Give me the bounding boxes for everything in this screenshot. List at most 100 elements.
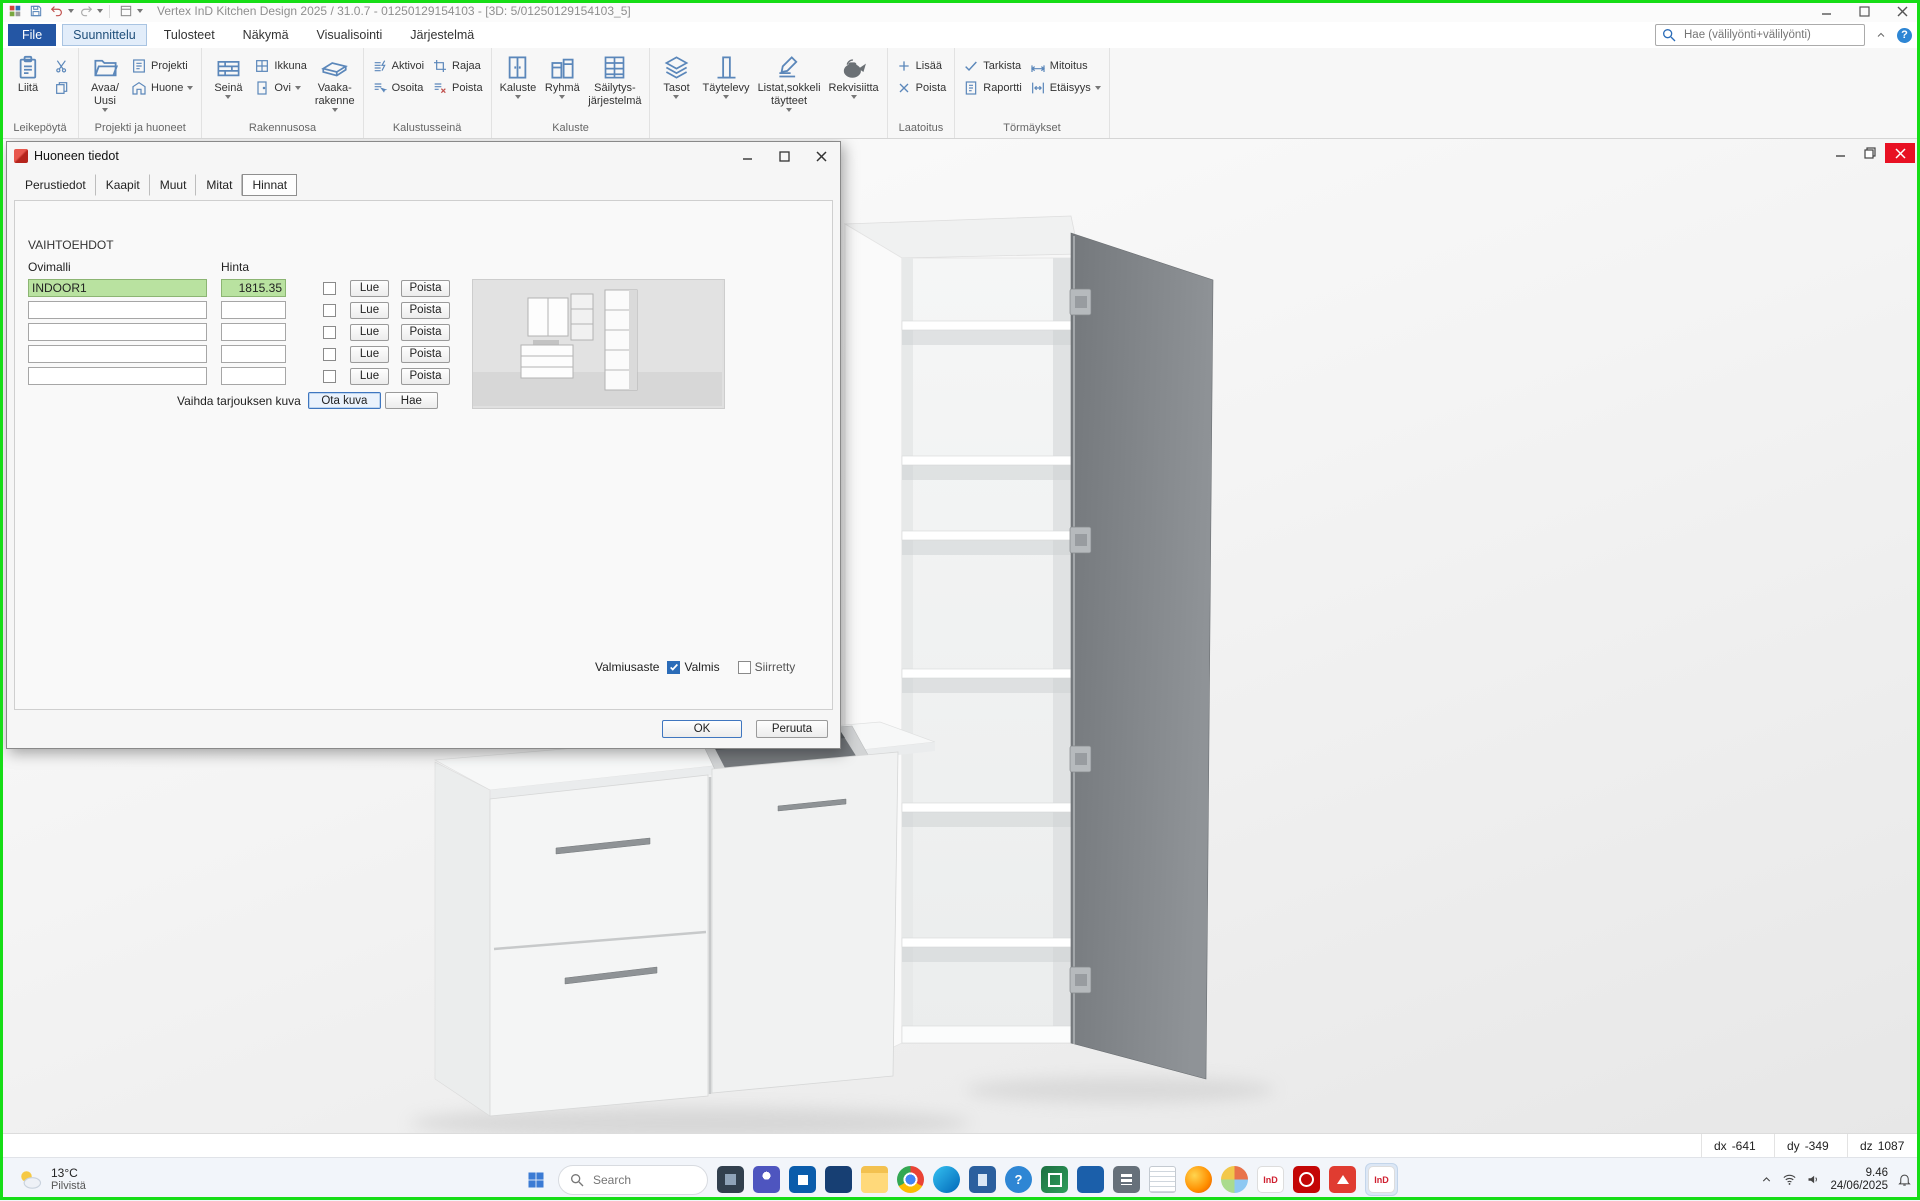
lue-button[interactable]: Lue [350, 346, 389, 363]
siirretty-checkbox[interactable] [738, 661, 751, 674]
price-field[interactable] [221, 345, 286, 363]
lue-button[interactable]: Lue [350, 280, 389, 297]
ribbon-search-input[interactable] [1682, 28, 1859, 42]
task-view-icon[interactable] [717, 1166, 744, 1193]
wifi-icon[interactable] [1782, 1172, 1797, 1187]
vaakarakenne-button[interactable]: Vaaka- rakenne [312, 50, 358, 121]
valmis-checkbox[interactable] [667, 661, 680, 674]
undo-caret-icon[interactable] [68, 9, 74, 13]
excel-icon[interactable] [1041, 1166, 1068, 1193]
ok-button[interactable]: OK [662, 720, 742, 738]
door-model-field[interactable] [28, 345, 207, 363]
apps-grid-icon[interactable] [1113, 1166, 1140, 1193]
option-checkbox[interactable] [323, 370, 336, 383]
door-model-field[interactable] [28, 367, 207, 385]
aktivoi-button[interactable]: Aktivoi [369, 57, 427, 75]
edge-icon[interactable] [933, 1166, 960, 1193]
customize-caret-icon[interactable] [137, 9, 143, 13]
ikkuna-button[interactable]: Ikkuna [251, 57, 309, 75]
help-icon[interactable]: ? [1897, 28, 1912, 43]
calculator-icon[interactable] [969, 1166, 996, 1193]
tab-visualisointi[interactable]: Visualisointi [306, 24, 394, 46]
taskbar-clock[interactable]: 9.46 24/06/2025 [1830, 1167, 1888, 1193]
notification-bell-icon[interactable] [1897, 1172, 1912, 1187]
price-field[interactable] [221, 279, 286, 297]
tab-jarjestelma[interactable]: Järjestelmä [399, 24, 485, 46]
etaisyys-button[interactable]: Etäisyys [1027, 79, 1104, 97]
dialog-minimize-button[interactable] [729, 143, 766, 169]
lue-button[interactable]: Lue [350, 368, 389, 385]
poista-row-button[interactable]: Poista [401, 368, 450, 385]
lisaa-laatoitus-button[interactable]: Lisää [893, 57, 945, 75]
open-new-button[interactable]: Avaa/ Uusi [84, 50, 126, 121]
poista-row-button[interactable]: Poista [401, 346, 450, 363]
projekti-button[interactable]: Projekti [128, 57, 191, 75]
customize-toolbar-icon[interactable] [116, 2, 135, 21]
paste-button[interactable]: Liitä [7, 50, 49, 121]
door-model-field[interactable] [28, 279, 207, 297]
maximize-button[interactable] [1846, 1, 1882, 22]
acrobat-icon[interactable] [1293, 1166, 1320, 1193]
tab-hinnat[interactable]: Hinnat [242, 174, 297, 196]
poista-row-button[interactable]: Poista [401, 324, 450, 341]
peruuta-button[interactable]: Peruuta [756, 720, 828, 738]
viewport-restore-icon[interactable] [1855, 143, 1885, 163]
project-icon[interactable] [1077, 1166, 1104, 1193]
file-menu-button[interactable]: File [8, 24, 56, 46]
volume-icon[interactable] [1806, 1172, 1821, 1187]
close-button[interactable] [1884, 1, 1920, 22]
tab-nakyma[interactable]: Näkymä [232, 24, 300, 46]
teams-icon[interactable] [753, 1166, 780, 1193]
office-icon[interactable] [789, 1166, 816, 1193]
vertex-ind-icon[interactable]: InD [1257, 1166, 1284, 1193]
taskbar-search-input[interactable] [591, 1172, 697, 1188]
chrome-icon[interactable] [897, 1166, 924, 1193]
mitoitus-button[interactable]: Mitoit­us [1027, 57, 1091, 75]
cut-button[interactable] [51, 57, 73, 75]
sailytysjarjestelma-button[interactable]: Säilytys- järjestelmä [585, 50, 644, 121]
poista-laatoitus-button[interactable]: Poista [893, 79, 950, 97]
weather-widget[interactable]: 13°C Pilvistä [10, 1163, 92, 1196]
kaluste-button[interactable]: Kaluste [497, 50, 540, 121]
door-model-field[interactable] [28, 323, 207, 341]
raportti-button[interactable]: Raportti [960, 79, 1025, 97]
firefox-icon[interactable] [1185, 1166, 1212, 1193]
tab-tulosteet[interactable]: Tulosteet [153, 24, 226, 46]
undo-icon[interactable] [47, 2, 66, 21]
price-field[interactable] [221, 367, 286, 385]
price-field[interactable] [221, 301, 286, 319]
listat-sokkeli-button[interactable]: Listat,sokkeli täytteet [755, 50, 824, 133]
photos-icon[interactable] [1221, 1166, 1248, 1193]
minimize-button[interactable] [1808, 1, 1844, 22]
dialog-close-button[interactable] [803, 143, 840, 169]
tab-suunnittelu[interactable]: Suunnittelu [62, 24, 147, 46]
ryhma-button[interactable]: Ryhmä [541, 50, 583, 121]
option-checkbox[interactable] [323, 348, 336, 361]
chevron-up-icon[interactable] [1760, 1173, 1773, 1186]
app-icon[interactable] [5, 2, 24, 21]
lue-button[interactable]: Lue [350, 324, 389, 341]
ovi-button[interactable]: Ovi [251, 79, 304, 97]
redo-icon[interactable] [76, 2, 95, 21]
vertex-ind-active-icon[interactable]: InD [1368, 1166, 1395, 1193]
viewport-minimize-icon[interactable] [1825, 143, 1855, 163]
huone-button[interactable]: Huone [128, 79, 196, 97]
tab-mitat[interactable]: Mitat [196, 174, 242, 196]
taskbar-search[interactable] [558, 1165, 708, 1195]
adobe-icon[interactable] [1329, 1166, 1356, 1193]
option-checkbox[interactable] [323, 326, 336, 339]
viewport-close-icon[interactable] [1885, 143, 1915, 163]
seina-button[interactable]: Seinä [207, 50, 249, 121]
copy-button[interactable] [51, 79, 73, 97]
lue-button[interactable]: Lue [350, 302, 389, 319]
file-explorer-icon[interactable] [861, 1166, 888, 1193]
tasot-button[interactable]: Tasot [655, 50, 697, 133]
tarkista-button[interactable]: Tarkista [960, 57, 1024, 75]
poista-row-button[interactable]: Poista [401, 280, 450, 297]
ribbon-search[interactable] [1655, 24, 1865, 46]
dialog-titlebar[interactable]: Huoneen tiedot [7, 142, 840, 170]
option-checkbox[interactable] [323, 282, 336, 295]
app-blue-icon[interactable] [825, 1166, 852, 1193]
save-icon[interactable] [26, 2, 45, 21]
help-icon[interactable]: ? [1005, 1166, 1032, 1193]
